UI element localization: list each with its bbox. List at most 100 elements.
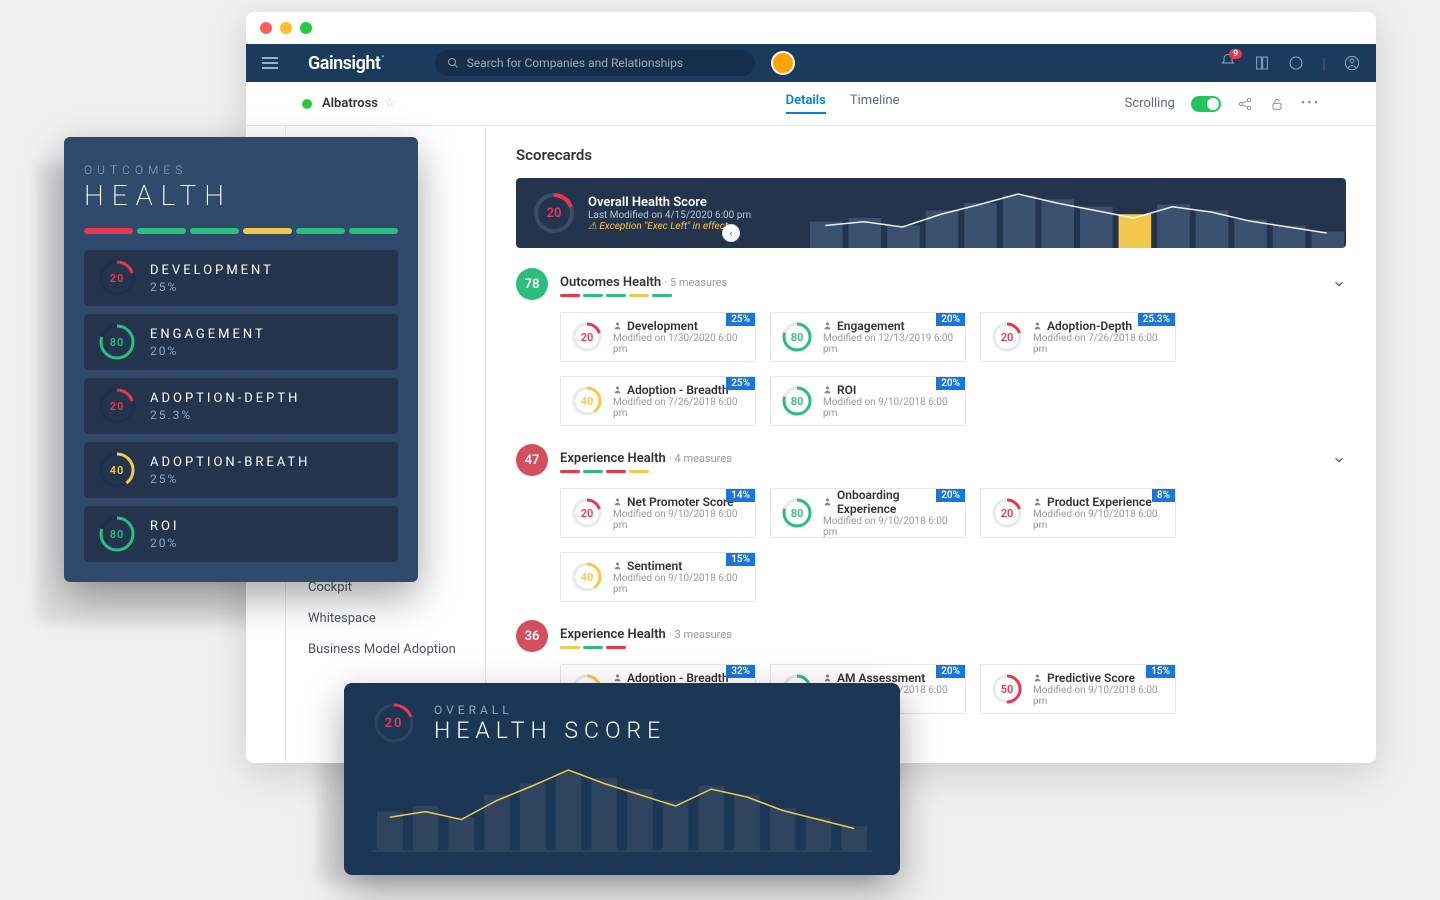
banner-title: Overall Health Score — [588, 195, 751, 210]
overlay-measure-row[interactable]: 80 ENGAGEMENT20% — [84, 314, 398, 370]
group-title: Outcomes Health — [560, 275, 664, 290]
health-group: 47 Experience Health · 4 measures 20 Net… — [516, 444, 1346, 602]
close-window-icon[interactable] — [260, 22, 272, 34]
overall-score-ring: 20 — [532, 191, 576, 235]
measure-card[interactable]: 20 Net Promoter Score Modified on 9/10/2… — [560, 488, 756, 538]
group-score-badge: 36 — [516, 620, 548, 652]
person-icon — [823, 495, 832, 509]
group-title: Experience Health — [560, 451, 669, 466]
notification-badge: 9 — [1229, 49, 1242, 59]
search-icon — [447, 57, 459, 69]
profile-icon[interactable] — [1344, 55, 1360, 71]
collapse-sidebar-icon[interactable]: ‹ — [722, 224, 740, 242]
banner-trend-chart — [806, 178, 1346, 248]
person-icon — [1033, 671, 1042, 685]
overall-health-banner[interactable]: 20 Overall Health Score Last Modified on… — [516, 178, 1346, 248]
more-icon[interactable]: ••• — [1301, 96, 1320, 111]
measure-card[interactable]: 80 Onboarding Experience Modified on 9/1… — [770, 488, 966, 538]
overlay-score-ring: 20 — [372, 701, 416, 745]
page-title: Scorecards — [516, 146, 1346, 164]
tab-timeline[interactable]: Timeline — [850, 93, 900, 114]
weight-badge: 20% — [936, 489, 965, 502]
person-icon — [613, 319, 622, 333]
person-icon — [823, 319, 832, 333]
maximize-window-icon[interactable] — [300, 22, 312, 34]
scrolling-toggle[interactable] — [1191, 96, 1221, 112]
banner-modified: Last Modified on 4/15/2020 6:00 pm — [588, 210, 751, 221]
tabs: Details Timeline — [786, 93, 900, 114]
overlay-score-title: HEALTH SCORE — [434, 717, 666, 744]
notification-bell-icon[interactable]: 9 — [1220, 53, 1236, 73]
measure-card[interactable]: 80 ROI Modified on 9/10/2018 6:00 pm 20% — [770, 376, 966, 426]
company-name: Albatross — [322, 96, 378, 111]
overlay-outcomes-health: OUTCOMES HEALTH 20 DEVELOPMENT25% 80 ENG… — [64, 137, 418, 582]
weight-badge: 25.3% — [1138, 313, 1175, 326]
overlay-score-value: 20 — [385, 716, 404, 731]
overlay-overall-score: 20 OVERALL HEALTH SCORE — [344, 683, 900, 875]
person-icon — [613, 495, 622, 509]
weight-badge: 25% — [726, 377, 755, 390]
weight-badge: 20% — [936, 377, 965, 390]
book-icon[interactable] — [1254, 55, 1270, 71]
weight-badge: 20% — [936, 665, 965, 678]
weight-badge: 25% — [726, 313, 755, 326]
person-icon — [613, 383, 622, 397]
status-indicator-icon — [302, 99, 312, 109]
weight-badge: 15% — [1146, 665, 1175, 678]
weight-badge: 20% — [936, 313, 965, 326]
sub-header: Albatross ☆ Details Timeline Scrolling •… — [246, 82, 1376, 126]
overlay-score-kicker: OVERALL — [434, 703, 666, 717]
chevron-down-icon[interactable] — [1332, 453, 1346, 467]
measure-card[interactable]: 40 Adoption - Breadth Modified on 7/26/2… — [560, 376, 756, 426]
group-seg-bar — [560, 294, 727, 297]
divider: | — [1322, 54, 1326, 73]
person-icon — [613, 559, 622, 573]
share-icon[interactable] — [1237, 96, 1253, 112]
global-search-input[interactable]: Search for Companies and Relationships — [435, 50, 755, 76]
group-score-badge: 47 — [516, 444, 548, 476]
person-icon — [1033, 319, 1042, 333]
measure-card[interactable]: 40 Sentiment Modified on 9/10/2018 6:00 … — [560, 552, 756, 602]
group-title: Experience Health — [560, 627, 669, 642]
measure-card[interactable]: 80 Engagement Modified on 12/13/2019 6:0… — [770, 312, 966, 362]
overlay-measure-row[interactable]: 80 ROI20% — [84, 506, 398, 562]
measure-card[interactable]: 20 Development Modified on 1/30/2020 6:0… — [560, 312, 756, 362]
weight-badge: 32% — [726, 665, 755, 678]
sidebar-item[interactable]: Whitespace — [286, 603, 485, 634]
group-seg-bar — [560, 646, 732, 649]
favorite-star-icon[interactable]: ☆ — [384, 96, 396, 111]
chevron-down-icon[interactable] — [1332, 277, 1346, 291]
overlay-kicker: OUTCOMES — [84, 163, 398, 177]
measure-card[interactable]: 50 Predictive Score Modified on 9/10/201… — [980, 664, 1176, 714]
weight-badge: 15% — [726, 553, 755, 566]
top-bar: Gainsight˙ Search for Companies and Rela… — [246, 44, 1376, 82]
overlay-score-chart — [372, 751, 872, 861]
window-controls — [246, 12, 1376, 44]
overlay-measure-row[interactable]: 40 ADOPTION-BREATH25% — [84, 442, 398, 498]
tab-details[interactable]: Details — [786, 93, 826, 114]
scrolling-label: Scrolling — [1125, 96, 1175, 111]
hamburger-menu-icon[interactable] — [262, 57, 278, 69]
help-icon[interactable] — [1288, 55, 1304, 71]
person-icon — [1033, 495, 1042, 509]
user-avatar[interactable] — [771, 51, 795, 75]
group-seg-bar — [560, 470, 732, 473]
weight-badge: 8% — [1152, 489, 1175, 502]
group-score-badge: 78 — [516, 268, 548, 300]
person-icon — [823, 383, 832, 397]
overlay-measure-row[interactable]: 20 DEVELOPMENT25% — [84, 250, 398, 306]
overall-score-value: 20 — [547, 206, 562, 221]
health-group: 78 Outcomes Health · 5 measures 20 Devel… — [516, 268, 1346, 426]
overlay-measure-row[interactable]: 20 ADOPTION-DEPTH25.3% — [84, 378, 398, 434]
search-placeholder: Search for Companies and Relationships — [467, 56, 684, 70]
sidebar-item[interactable]: Business Model Adoption — [286, 634, 485, 665]
measure-card[interactable]: 20 Adoption-Depth Modified on 7/26/2018 … — [980, 312, 1176, 362]
main-content: ‹ Scorecards 20 Overall Health Score Las… — [486, 126, 1376, 763]
measure-card[interactable]: 20 Product Experience Modified on 9/10/2… — [980, 488, 1176, 538]
minimize-window-icon[interactable] — [280, 22, 292, 34]
brand-logo: Gainsight˙ — [308, 53, 385, 74]
overlay-title: HEALTH — [84, 179, 398, 212]
lock-icon[interactable] — [1269, 96, 1285, 112]
overlay-seg-bar — [84, 228, 398, 234]
weight-badge: 14% — [726, 489, 755, 502]
